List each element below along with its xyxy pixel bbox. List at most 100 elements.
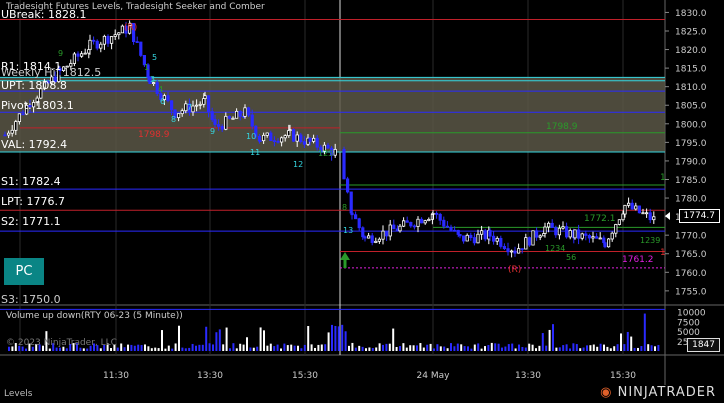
volume-bar: [171, 348, 174, 351]
price-tick-label: 1790.0: [675, 157, 707, 167]
time-tick-label: 15:30: [292, 371, 318, 381]
volume-bar: [385, 343, 388, 351]
volume-bar: [317, 344, 320, 351]
candle-body: [258, 140, 262, 142]
volume-bar: [252, 347, 255, 351]
volume-bar: [450, 343, 452, 351]
candle-body: [580, 233, 584, 239]
volume-bar: [443, 346, 446, 351]
volume-bar: [603, 344, 605, 351]
volume-bar: [657, 344, 660, 351]
volume-bar: [368, 347, 371, 351]
candle-body: [652, 216, 656, 221]
candle-body: [135, 41, 139, 43]
up-arrow-icon: [340, 252, 350, 260]
candle-body: [92, 39, 96, 42]
candle-body: [180, 110, 184, 115]
volume-bar: [123, 347, 126, 351]
candle-body: [10, 129, 14, 134]
volume-bar: [609, 348, 612, 351]
volume-bar: [358, 345, 361, 351]
volume-bar: [82, 348, 85, 351]
volume-bar: [405, 347, 408, 351]
candle-body: [283, 135, 287, 139]
candle-body: [398, 225, 402, 232]
candle-body: [238, 110, 242, 117]
volume-bar: [470, 348, 473, 351]
volume-bar: [592, 344, 595, 351]
candle-body: [231, 117, 235, 120]
volume-bar: [616, 344, 619, 351]
volume-bar: [582, 347, 585, 351]
candle-body: [381, 230, 385, 240]
reversal-marker-bottom: (R): [508, 265, 522, 275]
candle-body: [206, 95, 211, 112]
volume-bar: [246, 337, 248, 351]
volume-bar: [273, 346, 276, 351]
candle-body: [279, 137, 284, 143]
candle-body: [561, 226, 565, 229]
candle-body: [614, 224, 618, 234]
volume-bar: [402, 343, 405, 351]
volume-bar: [422, 347, 425, 351]
volume-bar: [181, 347, 184, 351]
volume-bar: [433, 348, 435, 351]
volume-bar: [613, 346, 616, 351]
candle-body: [535, 230, 539, 238]
level-ubreak: UBreak: 1828.1: [1, 8, 87, 21]
volume-bar: [229, 348, 231, 351]
count-digit: 56: [566, 253, 576, 262]
volume-bar: [504, 346, 507, 351]
candle-body: [648, 212, 652, 221]
levels-tab[interactable]: Levels: [4, 390, 32, 399]
level-pivot: Pivot: 1803.1: [1, 99, 74, 112]
candle-body: [76, 53, 80, 57]
count-digit: 8: [171, 115, 176, 124]
green-level-label: 1798.9: [546, 122, 578, 132]
volume-bar: [599, 343, 602, 351]
volume-bar: [137, 344, 140, 351]
volume-bar: [361, 346, 364, 351]
pc-button[interactable]: PC: [4, 258, 44, 285]
count-digit: 11: [250, 148, 260, 157]
candle-body: [617, 219, 622, 225]
candle-body: [350, 212, 354, 216]
volume-bar: [633, 347, 636, 351]
candle-body: [95, 40, 99, 49]
volume-bar: [266, 345, 269, 351]
volume-bar: [535, 348, 537, 351]
candle-body: [302, 141, 307, 145]
level-low-overlap: S3: 1750.0: [1, 293, 61, 306]
up-arrow-stem: [343, 259, 347, 268]
candle-body: [113, 34, 117, 37]
candle-body: [345, 178, 350, 193]
candle-body: [203, 95, 207, 99]
volume-bar: [378, 343, 381, 351]
candle-body: [388, 224, 392, 237]
volume-bar: [548, 329, 551, 351]
volume-bar: [290, 344, 293, 351]
candle-body: [577, 229, 581, 239]
candle-body: [634, 205, 638, 210]
mid-level-label: 1772.1: [584, 214, 616, 224]
count-digit: 13: [343, 226, 353, 235]
volume-bar: [116, 347, 119, 351]
candle-body: [366, 235, 371, 239]
volume-bar: [375, 347, 378, 351]
candle-body: [527, 237, 532, 246]
candle-body: [524, 237, 528, 250]
volume-bar: [395, 347, 398, 351]
volume-bar: [467, 346, 469, 351]
brand-name: NINJATRADER: [617, 385, 716, 400]
volume-bar: [490, 342, 493, 351]
count-digit: 8: [342, 203, 347, 212]
candle-body: [272, 140, 277, 143]
candle-body: [257, 135, 262, 141]
candle-body: [449, 226, 453, 231]
candle-body: [405, 220, 409, 223]
price-tag-pointer: [665, 212, 670, 220]
count-digit: 12: [293, 160, 303, 169]
volume-bar: [596, 346, 599, 351]
time-tick-label: 11:30: [103, 371, 129, 381]
reversal-marker-top: (R): [124, 23, 138, 33]
